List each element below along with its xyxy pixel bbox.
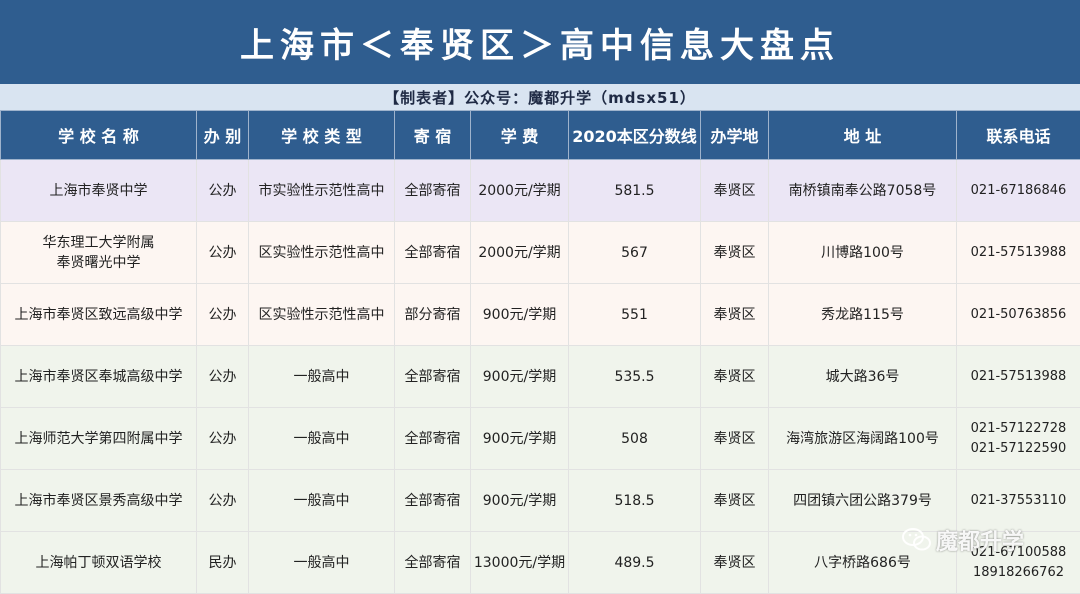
table-row: 上海市奉贤中学公办市实验性示范性高中全部寄宿2000元/学期581.5奉贤区南桥… xyxy=(1,160,1080,222)
cell-school-category: 一般高中 xyxy=(249,408,395,470)
cell-school-category: 市实验性示范性高中 xyxy=(249,160,395,222)
cell-boarding: 全部寄宿 xyxy=(395,160,471,222)
table-row: 上海市奉贤区致远高级中学公办区实验性示范性高中部分寄宿900元/学期551奉贤区… xyxy=(1,284,1080,346)
cell-fee: 900元/学期 xyxy=(471,284,569,346)
cell-score: 581.5 xyxy=(569,160,701,222)
cell-fee: 900元/学期 xyxy=(471,346,569,408)
header-phone: 联系电话 xyxy=(957,111,1080,160)
cell-boarding: 全部寄宿 xyxy=(395,222,471,284)
cell-district: 奉贤区 xyxy=(701,408,769,470)
header-score: 2020本区分数线 xyxy=(569,111,701,160)
page-subtitle: 【制表者】公众号：魔都升学（mdsx51） xyxy=(0,84,1080,110)
page: 上海市＜奉贤区＞高中信息大盘点 【制表者】公众号：魔都升学（mdsx51） 学 … xyxy=(0,0,1080,589)
cell-boarding: 全部寄宿 xyxy=(395,408,471,470)
cell-district: 奉贤区 xyxy=(701,346,769,408)
header-address: 地 址 xyxy=(769,111,957,160)
cell-boarding: 全部寄宿 xyxy=(395,532,471,594)
cell-fee: 13000元/学期 xyxy=(471,532,569,594)
cell-school-type: 公办 xyxy=(197,408,249,470)
cell-boarding: 全部寄宿 xyxy=(395,470,471,532)
header-boarding: 寄 宿 xyxy=(395,111,471,160)
cell-school-type: 公办 xyxy=(197,284,249,346)
header-school-name: 学 校 名 称 xyxy=(1,111,197,160)
cell-school-name: 上海师范大学第四附属中学 xyxy=(1,408,197,470)
cell-school-category: 一般高中 xyxy=(249,532,395,594)
cell-phone: 021-57122728 021-57122590 xyxy=(957,408,1080,470)
cell-score: 518.5 xyxy=(569,470,701,532)
cell-fee: 900元/学期 xyxy=(471,470,569,532)
cell-school-name: 华东理工大学附属 奉贤曙光中学 xyxy=(1,222,197,284)
cell-phone: 021-37553110 xyxy=(957,470,1080,532)
cell-fee: 900元/学期 xyxy=(471,408,569,470)
cell-boarding: 全部寄宿 xyxy=(395,346,471,408)
table-row: 上海市奉贤区景秀高级中学公办一般高中全部寄宿900元/学期518.5奉贤区四团镇… xyxy=(1,470,1080,532)
table-row: 上海市奉贤区奉城高级中学公办一般高中全部寄宿900元/学期535.5奉贤区城大路… xyxy=(1,346,1080,408)
schools-table: 学 校 名 称 办 别 学 校 类 型 寄 宿 学 费 2020本区分数线 办学… xyxy=(0,110,1080,594)
cell-score: 508 xyxy=(569,408,701,470)
cell-school-type: 公办 xyxy=(197,222,249,284)
cell-address: 四团镇六团公路379号 xyxy=(769,470,957,532)
cell-address: 八字桥路686号 xyxy=(769,532,957,594)
cell-phone: 021-67186846 xyxy=(957,160,1080,222)
cell-fee: 2000元/学期 xyxy=(471,222,569,284)
header-school-type: 办 别 xyxy=(197,111,249,160)
cell-district: 奉贤区 xyxy=(701,532,769,594)
table-header-row: 学 校 名 称 办 别 学 校 类 型 寄 宿 学 费 2020本区分数线 办学… xyxy=(1,111,1080,160)
cell-school-name: 上海市奉贤区致远高级中学 xyxy=(1,284,197,346)
cell-school-name: 上海市奉贤区景秀高级中学 xyxy=(1,470,197,532)
cell-score: 551 xyxy=(569,284,701,346)
cell-phone: 021-50763856 xyxy=(957,284,1080,346)
cell-phone: 021-57513988 xyxy=(957,222,1080,284)
header-fee: 学 费 xyxy=(471,111,569,160)
cell-phone: 021-57513988 xyxy=(957,346,1080,408)
cell-school-type: 民办 xyxy=(197,532,249,594)
cell-score: 489.5 xyxy=(569,532,701,594)
cell-school-name: 上海帕丁顿双语学校 xyxy=(1,532,197,594)
cell-school-name: 上海市奉贤区奉城高级中学 xyxy=(1,346,197,408)
cell-fee: 2000元/学期 xyxy=(471,160,569,222)
cell-address: 秀龙路115号 xyxy=(769,284,957,346)
header-district: 办学地 xyxy=(701,111,769,160)
cell-score: 535.5 xyxy=(569,346,701,408)
cell-school-type: 公办 xyxy=(197,346,249,408)
cell-school-name: 上海市奉贤中学 xyxy=(1,160,197,222)
cell-address: 南桥镇南奉公路7058号 xyxy=(769,160,957,222)
cell-school-category: 区实验性示范性高中 xyxy=(249,222,395,284)
cell-school-type: 公办 xyxy=(197,160,249,222)
cell-score: 567 xyxy=(569,222,701,284)
table-row: 华东理工大学附属 奉贤曙光中学公办区实验性示范性高中全部寄宿2000元/学期56… xyxy=(1,222,1080,284)
cell-phone: 021-67100588 18918266762 xyxy=(957,532,1080,594)
cell-district: 奉贤区 xyxy=(701,470,769,532)
cell-address: 城大路36号 xyxy=(769,346,957,408)
cell-school-category: 一般高中 xyxy=(249,470,395,532)
table-row: 上海师范大学第四附属中学公办一般高中全部寄宿900元/学期508奉贤区海湾旅游区… xyxy=(1,408,1080,470)
cell-school-category: 一般高中 xyxy=(249,346,395,408)
table-row: 上海帕丁顿双语学校民办一般高中全部寄宿13000元/学期489.5奉贤区八字桥路… xyxy=(1,532,1080,594)
cell-district: 奉贤区 xyxy=(701,284,769,346)
page-title: 上海市＜奉贤区＞高中信息大盘点 xyxy=(0,0,1080,84)
cell-school-category: 区实验性示范性高中 xyxy=(249,284,395,346)
cell-district: 奉贤区 xyxy=(701,222,769,284)
cell-school-type: 公办 xyxy=(197,470,249,532)
cell-boarding: 部分寄宿 xyxy=(395,284,471,346)
header-school-category: 学 校 类 型 xyxy=(249,111,395,160)
cell-district: 奉贤区 xyxy=(701,160,769,222)
cell-address: 海湾旅游区海阔路100号 xyxy=(769,408,957,470)
cell-address: 川博路100号 xyxy=(769,222,957,284)
